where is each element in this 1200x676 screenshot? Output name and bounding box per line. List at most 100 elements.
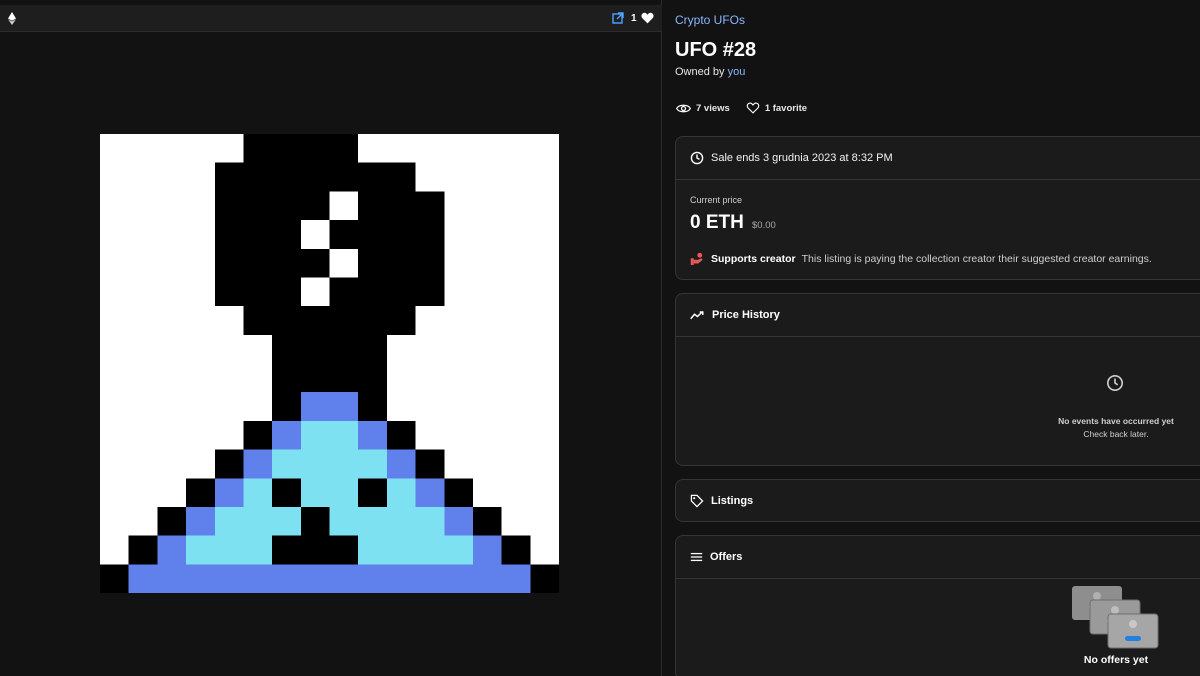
artwork-pixel [501,564,531,593]
artwork-pixel [415,277,445,307]
favorites-count: 1 favorite [764,102,808,114]
artwork-pixel [243,334,273,365]
artwork-pixel [358,334,388,365]
artwork-pixel [501,478,531,508]
artwork-pixel [501,449,531,479]
artwork-pixel [444,392,474,422]
heart-filled-icon[interactable] [641,12,654,24]
artwork-pixel [243,277,273,307]
listings-title: Listings [711,495,754,507]
artwork-pixel [100,449,130,479]
artwork-pixel [128,564,158,593]
artwork-pixel [415,134,445,164]
listings-card[interactable]: Listings [675,479,1200,522]
artwork-pixel [243,220,273,250]
artwork-pixel [157,535,187,565]
creator-earnings-icon [690,252,703,265]
artwork-pixel [444,420,474,451]
artwork-pixel [128,363,158,393]
listings-header[interactable]: Listings [676,480,1200,521]
artwork-pixel [272,162,302,192]
artwork-pixel [472,535,503,565]
artwork-pixel [386,248,417,279]
artwork-pixel [358,420,388,451]
artwork-pixel [128,191,158,221]
favorites-stat[interactable]: 1 favorite [746,102,807,114]
artwork-pixel [530,420,559,451]
artwork-pixel [358,506,388,537]
artwork-pixel [128,134,158,164]
artwork-pixel [530,363,559,393]
artwork-pixel [501,134,531,164]
artwork-pixel [128,392,158,422]
artwork-pixel [186,392,216,422]
artwork-pixel [530,392,559,422]
heart-outline-icon [746,102,760,114]
artwork-pixel [358,478,388,508]
artwork-pixel [243,420,273,451]
owned-by-label: Owned by [675,66,725,78]
artwork-pixel [243,564,273,593]
offers-header[interactable]: Offers [676,536,1200,578]
artwork-pixel [415,334,445,365]
artwork-pixel [444,220,474,250]
price-history-title: Price History [712,309,780,321]
artwork-pixel [128,478,158,508]
collection-link[interactable]: Crypto UFOs [675,13,745,27]
artwork-pixel [329,535,359,565]
artwork-pixel [214,248,245,279]
offers-empty-text: No offers yet [1083,654,1149,666]
nft-artwork-image[interactable] [100,134,559,593]
artwork-pixel [530,506,559,537]
artwork-pixel [386,162,417,192]
artwork-pixel [100,392,130,422]
item-stats: 7 views 1 favorite [676,101,823,115]
price-history-card: Price History No events have occurred ye… [675,293,1200,466]
artwork-pixel [272,134,302,164]
artwork-pixel [214,392,245,422]
artwork-pixel [243,392,273,422]
artwork-pixel [530,334,559,365]
artwork-pixel [358,306,388,336]
artwork-pixel [157,191,187,221]
artwork-pixel [128,420,158,451]
artwork-pixel [157,564,187,593]
artwork-pixel [214,535,245,565]
supports-creator-note: Supports creator This listing is paying … [690,252,1152,266]
list-icon [690,552,703,562]
artwork-pixel [386,306,417,336]
favorite-count: 1 [631,13,637,24]
artwork-pixel [186,449,216,479]
artwork-pixel [329,449,359,479]
artwork-pixel [472,420,503,451]
item-title: UFO #28 [675,39,757,61]
external-link-icon[interactable] [612,12,624,24]
views-count: 7 views [696,102,730,114]
artwork-pixel [329,334,359,365]
artwork-pixel [329,506,359,537]
artwork-pixel [157,248,187,279]
artwork-pixel [329,392,359,422]
artwork-pixel [186,277,216,307]
artwork-pixel [157,220,187,250]
artwork-pixel [186,535,216,565]
offers-title: Offers [710,551,743,563]
artwork-pixel [300,392,331,422]
artwork-pixel [100,334,130,365]
artwork-pixel [214,478,245,508]
artwork-pixel [243,162,273,192]
artwork-pixel [272,248,302,279]
clock-icon [690,151,704,165]
price-history-header[interactable]: Price History [676,294,1200,336]
artwork-pixel [530,220,559,250]
artwork-pixel [358,449,388,479]
artwork-pixel [386,334,417,365]
owner-link[interactable]: you [728,66,746,78]
artwork-pixel [186,564,216,593]
artwork-pixel [472,506,503,537]
artwork-pixel [415,506,445,537]
artwork-pixel [501,363,531,393]
artwork-pixel [444,248,474,279]
artwork-pixel [243,506,273,537]
artwork-pixel [243,535,273,565]
